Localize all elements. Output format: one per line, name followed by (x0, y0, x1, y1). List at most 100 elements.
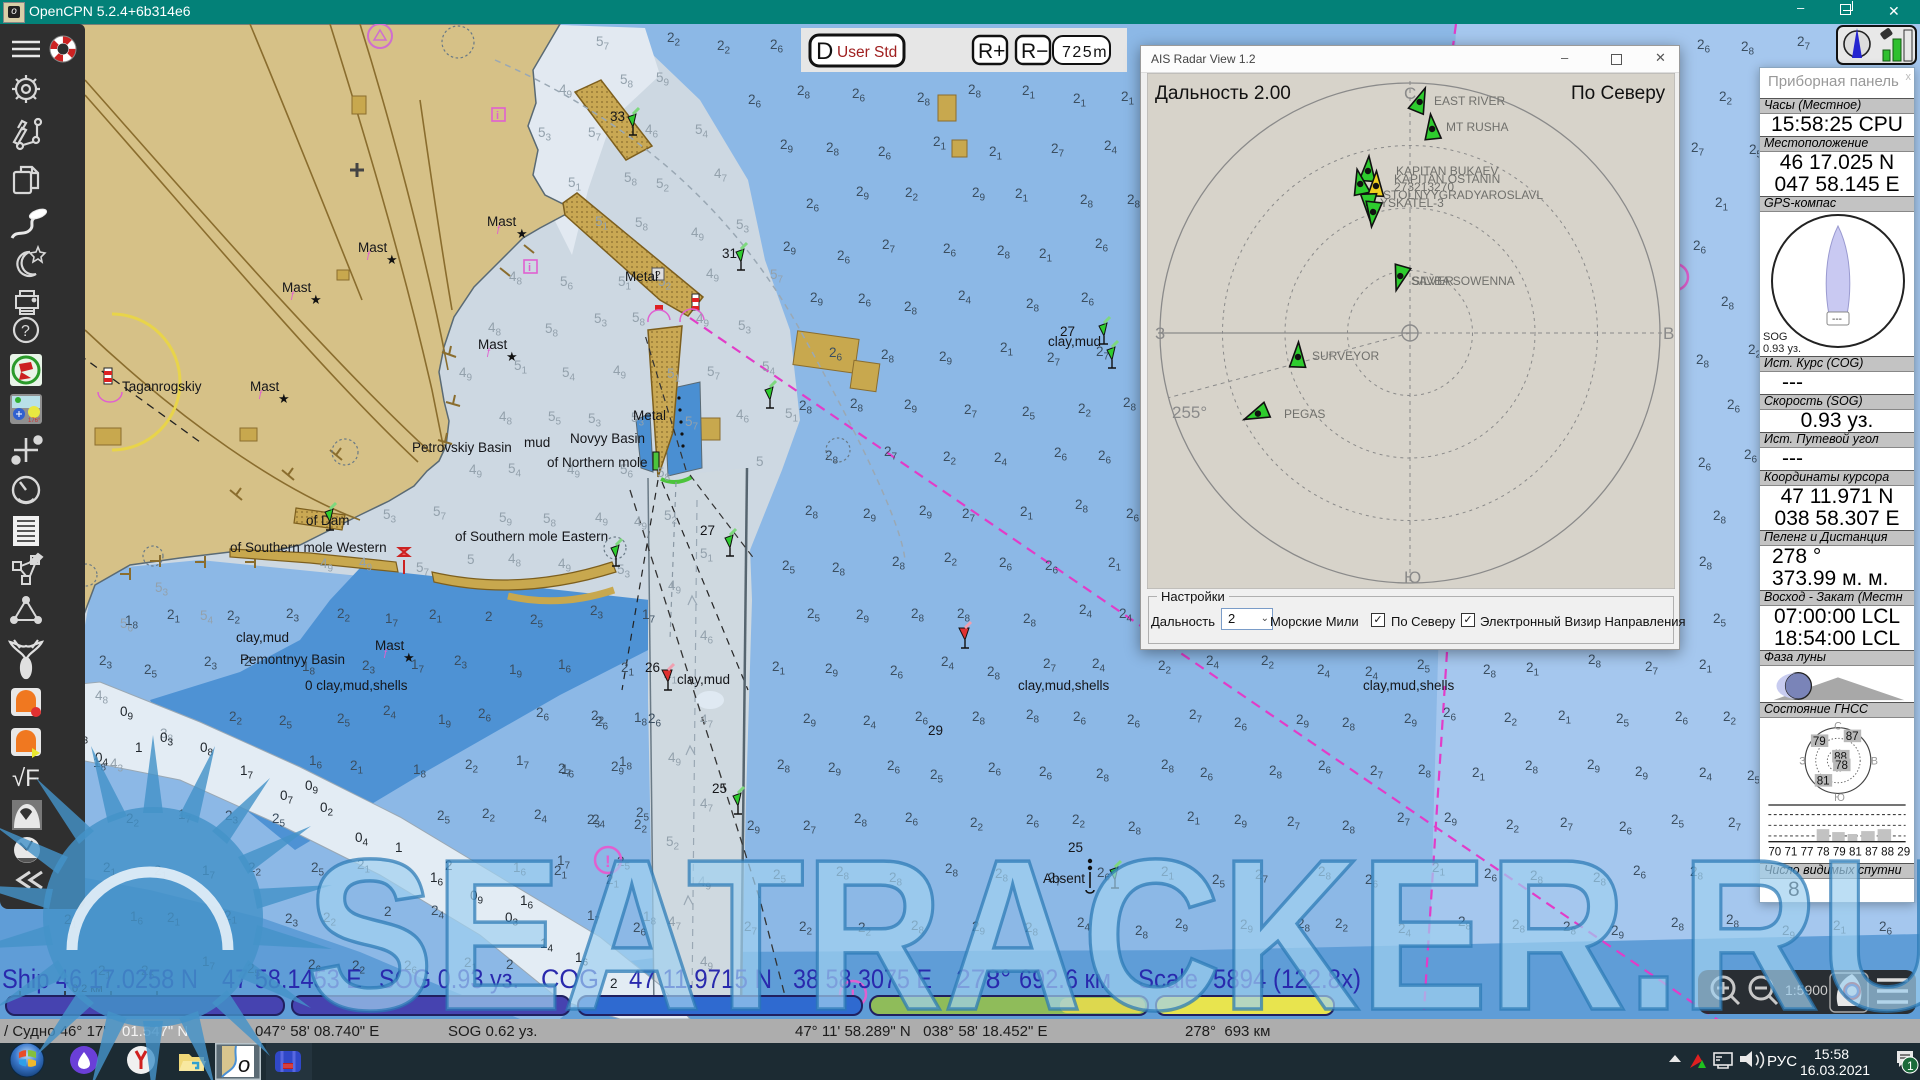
svg-text:★: ★ (516, 226, 528, 241)
svg-text:27: 27 (1060, 324, 1075, 339)
svg-text:1: 1 (135, 740, 143, 755)
svg-text:clay,mud,shells: clay,mud,shells (1363, 678, 1455, 693)
svg-text:of Northern mole: of Northern mole (547, 455, 648, 470)
svg-text:70 71 77 78 79 81 87 88 29: 70 71 77 78 79 81 87 88 29 (1768, 845, 1910, 858)
svg-text:of Southern mole Western: of Southern mole Western (230, 540, 387, 555)
svg-text:Mast: Mast (478, 337, 508, 352)
svg-text:Дальность 2.00: Дальность 2.00 (1155, 83, 1291, 104)
svg-text:Ю: Ю (1834, 792, 1845, 804)
svg-text:ƒ: ƒ (258, 389, 264, 400)
svg-text:С: С (1834, 721, 1842, 733)
svg-text:255°: 255° (1172, 403, 1207, 422)
svg-text:25: 25 (712, 781, 727, 796)
svg-text:26: 26 (645, 660, 660, 675)
svg-text:1:5900: 1:5900 (1785, 982, 1828, 998)
svg-text:87: 87 (1846, 730, 1859, 743)
svg-text:ƒ: ƒ (496, 224, 502, 235)
svg-text:З: З (1155, 324, 1165, 343)
svg-text:mud: mud (524, 435, 550, 450)
svg-text:5: 5 (467, 552, 475, 567)
svg-text:clay,mud,shells: clay,mud,shells (1018, 678, 1110, 693)
svg-text:---: --- (1832, 314, 1842, 325)
svg-text:Mast: Mast (282, 280, 312, 295)
svg-text:R−: R− (1021, 40, 1048, 63)
svg-text:ƒ: ƒ (290, 290, 296, 301)
svg-text:Metal: Metal (633, 408, 666, 423)
svg-text:★: ★ (310, 292, 322, 307)
svg-text:РУС: РУС (1767, 1053, 1797, 1070)
svg-text:of Southern mole Eastern: of Southern mole Eastern (455, 529, 608, 544)
svg-text:User Std: User Std (837, 44, 897, 61)
svg-text:D: D (816, 38, 833, 65)
svg-text:1: 1 (395, 840, 403, 855)
svg-text:16.03.2021: 16.03.2021 (1800, 1062, 1870, 1078)
svg-text:0 clay,mud,shells: 0 clay,mud,shells (305, 678, 408, 693)
svg-text:SOG 0.93 уз.: SOG 0.93 уз. (379, 964, 519, 994)
svg-text:ƒ: ƒ (486, 347, 492, 358)
svg-text:692.6 км: 692.6 км (1019, 964, 1111, 994)
svg-text:Pemontnyy Basin: Pemontnyy Basin (240, 652, 345, 667)
svg-text:47 11.9715 N: 47 11.9715 N (629, 964, 772, 994)
svg-text:i: i (496, 110, 499, 122)
svg-text:o: o (238, 1052, 250, 1077)
svg-text:5894 (122.8x): 5894 (122.8x) (1213, 964, 1361, 994)
svg-text:З: З (1799, 755, 1805, 767)
svg-text:i: i (528, 262, 531, 274)
svg-text:Mast: Mast (358, 240, 388, 255)
svg-text:?: ? (21, 323, 30, 340)
svg-text:R+: R+ (978, 40, 1005, 63)
svg-text:15:58: 15:58 (1814, 1046, 1849, 1062)
svg-text:33: 33 (610, 109, 625, 124)
svg-text:78: 78 (1835, 759, 1848, 772)
svg-text:По Северу: По Северу (1571, 83, 1666, 104)
svg-text:Mast: Mast (250, 379, 280, 394)
svg-text:MT RUSHA: MT RUSHA (1446, 120, 1508, 134)
svg-text:Scale: Scale (1138, 964, 1198, 994)
svg-text:38 58.3075 E: 38 58.3075 E (793, 964, 932, 994)
svg-text:√F: √F (12, 765, 40, 792)
svg-text:Absent: Absent (1043, 871, 1085, 886)
svg-text:EAST RIVER: EAST RIVER (1434, 94, 1505, 108)
svg-text:27: 27 (700, 523, 715, 538)
svg-text:1: 1 (1907, 1059, 1914, 1073)
svg-text:YSKATEL-3: YSKATEL-3 (1380, 196, 1444, 210)
svg-text:!: ! (605, 852, 611, 871)
svg-text:Ю: Ю (1404, 568, 1421, 587)
svg-text:5: 5 (756, 454, 764, 469)
svg-text:★: ★ (278, 391, 290, 406)
svg-text:0.93 уз.: 0.93 уз. (1763, 343, 1801, 355)
svg-text:278°: 278° (956, 964, 1011, 994)
svg-text:Ship 46 17.0258 N: Ship 46 17.0258 N (2, 964, 198, 994)
svg-text:clay,mud: clay,mud (236, 630, 289, 645)
svg-text:47 58.1453 E: 47 58.1453 E (222, 964, 362, 994)
svg-text:725m: 725m (1062, 44, 1108, 61)
svg-text:Novyy Basin: Novyy Basin (570, 431, 645, 446)
svg-text:clay,mud: clay,mud (677, 672, 730, 687)
svg-text:★: ★ (506, 349, 518, 364)
svg-text:Mast: Mast (487, 214, 517, 229)
svg-text:2: 2 (384, 904, 392, 919)
svg-text:COG: COG (541, 964, 599, 994)
svg-text:79: 79 (1813, 735, 1826, 748)
svg-text:ƒ: ƒ (366, 250, 372, 261)
svg-text:Taganrogskiy: Taganrogskiy (122, 379, 202, 394)
svg-text:SILVER: SILVER (1412, 274, 1454, 288)
svg-text:SURVEYOR: SURVEYOR (1312, 349, 1379, 363)
svg-text:SOG: SOG (1763, 331, 1787, 343)
svg-text:В: В (1871, 755, 1878, 767)
svg-text:29: 29 (928, 723, 943, 738)
svg-text:176°: 176° (28, 418, 41, 424)
svg-text:ƒ: ƒ (383, 648, 389, 659)
svg-text:Mast: Mast (375, 638, 405, 653)
svg-text:81: 81 (1817, 775, 1830, 788)
svg-text:2: 2 (445, 858, 453, 873)
svg-text:В: В (1663, 324, 1674, 343)
svg-text:25: 25 (1068, 840, 1083, 855)
svg-text:PEGAS: PEGAS (1284, 407, 1325, 421)
svg-text:★: ★ (403, 650, 415, 665)
svg-text:★: ★ (386, 252, 398, 267)
svg-text:2: 2 (610, 976, 618, 991)
svg-text:Petrovskiy Basin: Petrovskiy Basin (412, 440, 512, 455)
svg-text:Metal: Metal (625, 269, 658, 284)
svg-text:2: 2 (485, 609, 493, 624)
